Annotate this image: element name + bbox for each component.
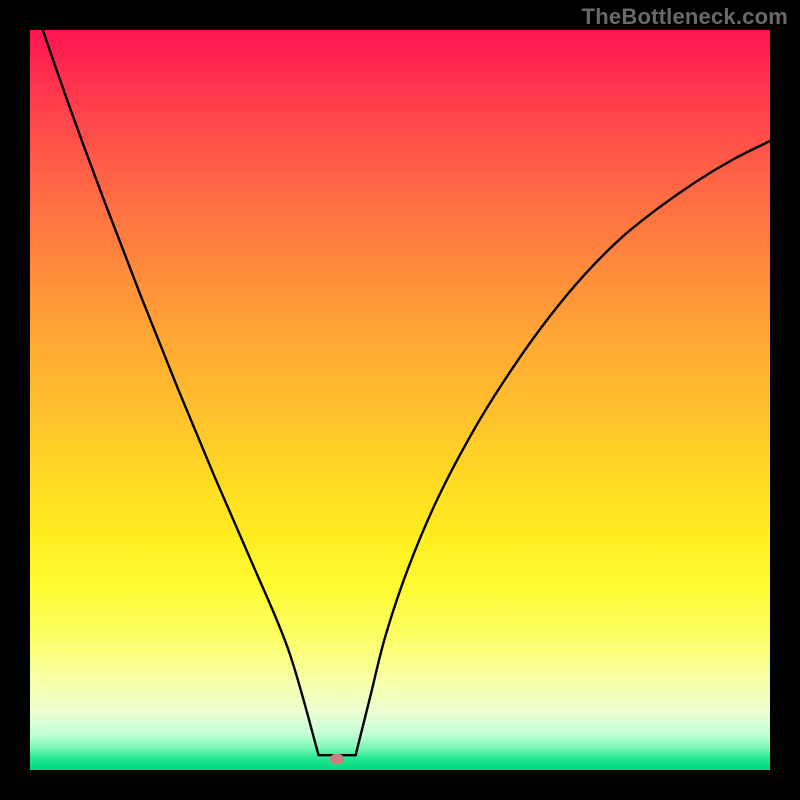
curve-right-branch: [356, 141, 770, 755]
plot-area: [30, 30, 770, 770]
curve-left-branch: [30, 30, 319, 755]
outer-frame: TheBottleneck.com: [0, 0, 800, 800]
bottleneck-curve: [30, 30, 770, 770]
watermark-text: TheBottleneck.com: [582, 4, 788, 30]
minimum-marker: [330, 754, 344, 764]
